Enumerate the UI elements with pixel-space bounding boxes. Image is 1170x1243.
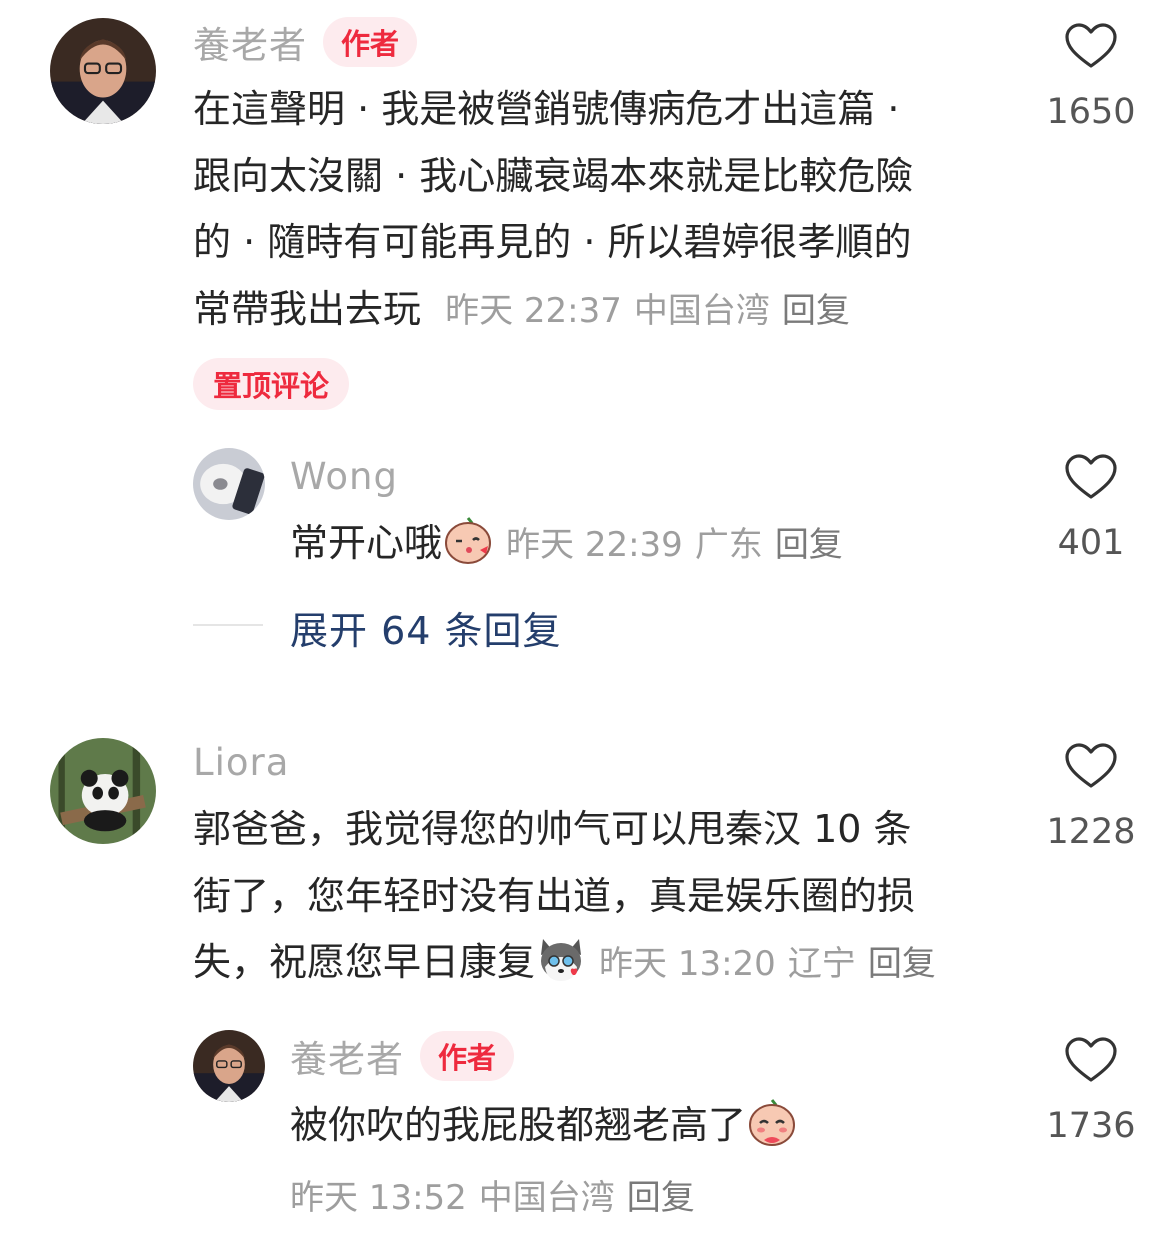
username[interactable]: Liora — [193, 741, 289, 784]
comment-line: 常帶我出去玩 — [193, 286, 422, 331]
comment-last-line: 常帶我出去玩 昨天 22:37 中国台湾 回复 — [193, 276, 913, 345]
comment-location: 辽宁 — [787, 944, 856, 984]
comment-meta: 昨天 22:37 中国台湾 回复 — [445, 291, 862, 331]
author-badge: 作者 — [420, 1031, 515, 1081]
comment-line: 失，祝愿您早日康复 — [193, 940, 536, 984]
reply-text: 被你吹的我屁股都翘老高了 — [290, 1092, 798, 1159]
like-button[interactable]: 1228 — [1031, 742, 1151, 852]
reply-button[interactable]: 回复 — [782, 291, 850, 331]
comment-time: 昨天 22:37 — [445, 290, 622, 331]
comment-text: 在這聲明 · 我是被營銷號傳病危才出這篇 · 跟向太沒關 · 我心臟衰竭本來就是… — [193, 76, 913, 344]
comment-line: 跟向太沒關 · 我心臟衰竭本來就是比較危險 — [193, 153, 914, 198]
reply-button[interactable]: 回复 — [775, 525, 843, 565]
comment-line: 在這聲明 · 我是被營銷號傳病危才出這篇 · — [193, 87, 900, 131]
username[interactable]: 養老者 — [290, 1029, 404, 1083]
reply-meta: 昨天 13:52 中国台湾 回复 — [290, 1170, 707, 1219]
comment-line: 郭爸爸，我觉得您的帅气可以甩秦汉 10 条 — [193, 807, 912, 851]
reply-time: 昨天 13:52 — [290, 1178, 467, 1218]
avatar[interactable] — [193, 448, 265, 520]
like-count: 1228 — [1046, 812, 1136, 852]
heart-icon — [1065, 23, 1117, 68]
heart-icon — [1065, 1037, 1117, 1082]
comment-text: 郭爸爸，我觉得您的帅气可以甩秦汉 10 条 街了，您年轻时没有出道，真是娱乐圈的… — [193, 796, 948, 998]
username[interactable]: 養老者 — [193, 15, 307, 69]
username[interactable]: Wong — [290, 455, 398, 498]
reply-content: 常开心哦 — [290, 521, 443, 565]
husky-heart-emoji — [541, 939, 582, 981]
reply-text: 常开心哦 昨天 22:39 广东 回复 — [290, 510, 855, 579]
reply-button[interactable]: 回复 — [627, 1178, 695, 1218]
comment-location: 中国台湾 — [633, 290, 770, 331]
reply-button[interactable]: 回复 — [868, 944, 936, 984]
reply-location: 广东 — [694, 525, 763, 565]
avatar[interactable] — [193, 1030, 265, 1102]
heart-icon — [1065, 454, 1117, 499]
heart-icon — [1065, 743, 1117, 788]
reply-meta: 昨天 22:39 广东 回复 — [506, 525, 855, 565]
comment-meta: 昨天 13:20 辽宁 回复 — [599, 944, 948, 984]
like-button[interactable]: 401 — [1031, 453, 1151, 563]
comment-line: 的 · 隨時有可能再見的 · 所以碧婷很孝順的 — [193, 220, 912, 264]
like-count: 401 — [1057, 523, 1125, 563]
comment-list: 養老者 作者 在這聲明 · 我是被營銷號傳病危才出這篇 · 跟向太沒關 · 我心… — [0, 0, 1170, 1243]
author-badge: 作者 — [323, 17, 418, 67]
expand-replies-button[interactable]: 展开 64 条回复 — [290, 600, 562, 655]
reply-content: 被你吹的我屁股都翘老高了 — [290, 1103, 747, 1147]
comment-line: 街了，您年轻时没有出道，真是娱乐圈的损 — [193, 873, 916, 918]
like-button[interactable]: 1736 — [1031, 1036, 1151, 1146]
divider — [193, 624, 263, 626]
like-button[interactable]: 1650 — [1031, 22, 1151, 132]
avatar[interactable] — [50, 18, 156, 124]
reply-location: 中国台湾 — [478, 1178, 615, 1218]
kiss-face-emoji — [445, 517, 492, 564]
like-count: 1736 — [1046, 1106, 1136, 1146]
pinned-badge: 置顶评论 — [193, 358, 350, 410]
comment-time: 昨天 13:20 — [599, 944, 776, 984]
reply-time: 昨天 22:39 — [506, 525, 683, 565]
shy-face-emoji — [749, 1099, 796, 1146]
comment-last-line: 失，祝愿您早日康复 昨天 13:20 辽宁 回复 — [193, 929, 948, 998]
like-count: 1650 — [1046, 92, 1136, 132]
avatar[interactable] — [50, 738, 156, 844]
